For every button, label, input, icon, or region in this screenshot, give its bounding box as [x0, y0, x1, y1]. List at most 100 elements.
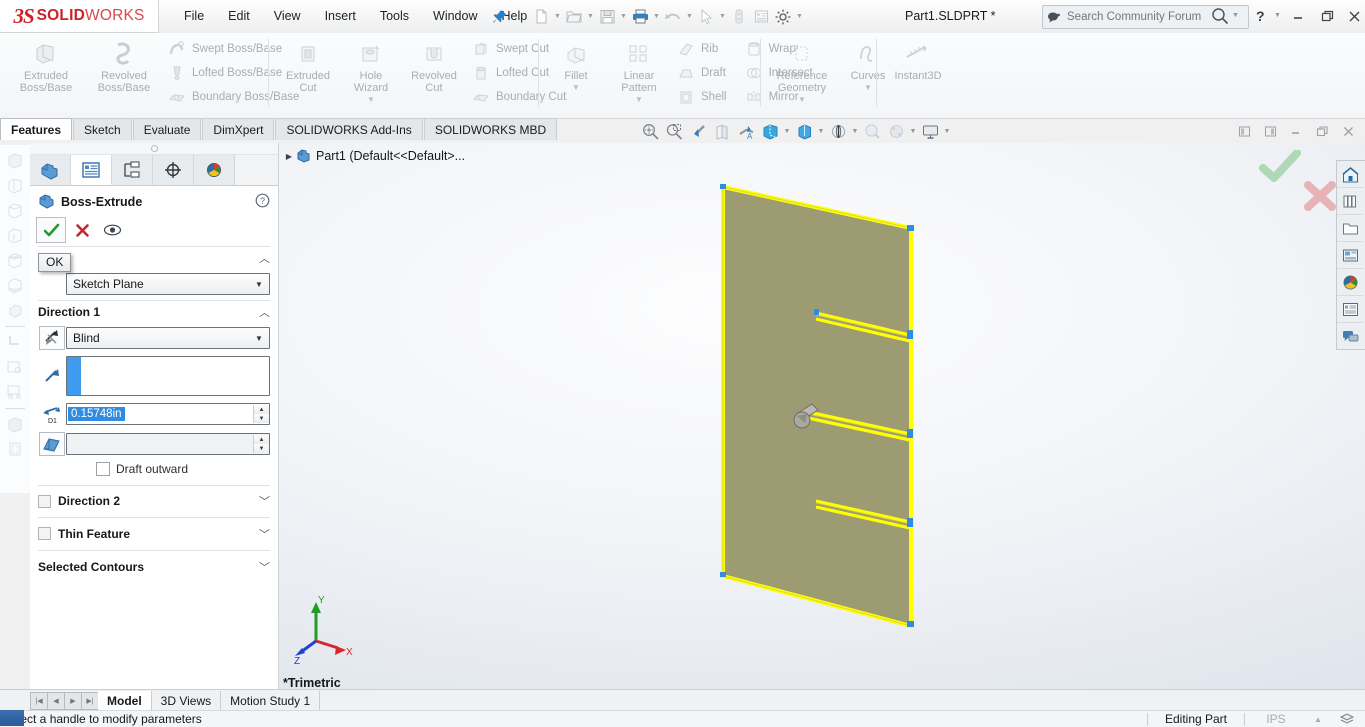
depth-input[interactable]: 0.15748in ▲ ▼ — [66, 403, 270, 425]
search-chevron-down-icon[interactable]: ▼ — [1232, 12, 1239, 19]
spinner-up-icon[interactable]: ▲ — [254, 435, 269, 444]
reference-geometry-button[interactable]: Reference Geometry ▼ — [767, 33, 837, 108]
magnifier-icon[interactable] — [1210, 6, 1230, 26]
display-style-button[interactable] — [758, 120, 782, 142]
window-minimize-button[interactable] — [1288, 7, 1308, 25]
draft-spinner-buttons[interactable]: ▲ ▼ — [253, 435, 269, 453]
zoom-to-area-button[interactable] — [662, 120, 686, 142]
fillet-button[interactable]: Fillet ▼ — [545, 33, 607, 96]
from-condition-select[interactable]: Sketch Plane ▼ — [66, 273, 270, 295]
previous-view-button[interactable] — [686, 120, 710, 142]
normal-to-icon[interactable] — [3, 330, 27, 354]
chevron-down-icon[interactable]: ▼ — [635, 95, 643, 104]
draft-outward-row[interactable]: Draft outward — [30, 459, 278, 479]
bottom-tab-model[interactable]: Model — [98, 690, 152, 711]
cube-top-icon[interactable] — [3, 248, 27, 272]
tab-features[interactable]: Features — [0, 118, 73, 140]
menu-tools[interactable]: Tools — [368, 4, 421, 28]
menu-edit[interactable]: Edit — [216, 4, 262, 28]
chevron-down-icon[interactable]: ▼ — [251, 334, 267, 343]
draft-outward-checkbox[interactable] — [96, 462, 110, 476]
thin-feature-header[interactable]: Thin Feature ﹀ — [30, 518, 278, 549]
task-pane-custom-properties-button[interactable] — [1337, 296, 1363, 323]
reverse-direction-button[interactable] — [38, 326, 66, 350]
chevron-down-icon[interactable]: ▼ — [585, 6, 596, 28]
tab-solidworks-addins[interactable]: SOLIDWORKS Add-Ins — [275, 118, 423, 140]
draft-button[interactable]: Draft — [671, 61, 731, 85]
menu-view[interactable]: View — [262, 4, 313, 28]
task-pane-appearances-button[interactable] — [1337, 269, 1363, 296]
cube-iso-icon[interactable] — [3, 298, 27, 322]
caret-up-icon[interactable]: ▲ — [1307, 711, 1329, 727]
chevron-up-icon[interactable]: ︿ — [259, 304, 270, 320]
chevron-down-icon[interactable]: ▼ — [816, 120, 826, 142]
open-document-button[interactable]: ▼ — [563, 3, 596, 31]
depth-spinner-buttons[interactable]: ▲ ▼ — [253, 405, 269, 423]
direction-2-header[interactable]: Direction 2 ﹀ — [30, 486, 278, 516]
hole-wizard-button[interactable]: Hole Wizard ▼ — [340, 33, 402, 108]
layers-icon[interactable] — [1329, 711, 1365, 727]
direction-1-header[interactable]: Direction 1 ︿ — [30, 301, 278, 323]
menu-window[interactable]: Window — [421, 4, 489, 28]
tab-nav-next-button[interactable]: ▶ — [64, 691, 82, 710]
dock-right-icon[interactable] — [1261, 122, 1279, 140]
menu-file[interactable]: File — [172, 4, 216, 28]
cube-left-icon[interactable] — [3, 198, 27, 222]
revolved-boss-base-button[interactable]: Revolved Boss/Base — [86, 33, 162, 98]
cube-right-icon[interactable] — [3, 223, 27, 247]
chevron-down-icon[interactable]: ▼ — [572, 83, 580, 92]
chevron-down-icon[interactable]: ▼ — [850, 120, 860, 142]
shell-button[interactable]: Shell — [671, 85, 731, 109]
save-button[interactable]: ▼ — [596, 3, 629, 31]
chevron-down-icon[interactable]: ﹀ — [259, 526, 270, 542]
undo-button[interactable]: ▼ — [662, 3, 695, 31]
hidden-lines-icon[interactable] — [3, 437, 27, 461]
help-chevron-down-icon[interactable]: ▼ — [1274, 12, 1281, 19]
bottom-tab-motion-study-1[interactable]: Motion Study 1 — [221, 690, 321, 711]
pm-cancel-button[interactable] — [68, 218, 96, 242]
chevron-down-icon[interactable]: ▼ — [942, 120, 952, 142]
chevron-down-icon[interactable]: ▼ — [908, 120, 918, 142]
task-pane-resources-button[interactable] — [1337, 161, 1363, 188]
cube-front-icon[interactable] — [3, 148, 27, 172]
dock-left-icon[interactable] — [1235, 122, 1253, 140]
task-pane-design-library-button[interactable] — [1337, 188, 1363, 215]
tab-nav-first-button[interactable]: |◀ — [30, 691, 48, 710]
help-button[interactable]: ? — [1256, 8, 1265, 24]
shaded-cube-icon[interactable] — [3, 412, 27, 436]
view-selector-icon[interactable] — [3, 355, 27, 379]
chevron-down-icon[interactable]: ▼ — [684, 6, 695, 28]
window-close-button[interactable] — [1344, 7, 1364, 25]
end-condition-select[interactable]: Blind ▼ — [66, 327, 270, 349]
cube-back-icon[interactable] — [3, 173, 27, 197]
view-settings-button[interactable] — [884, 120, 908, 142]
rebuild-button[interactable] — [728, 3, 750, 31]
linear-pattern-button[interactable]: Linear Pattern ▼ — [607, 33, 671, 108]
doc-restore-button[interactable] — [1313, 122, 1331, 140]
chevron-down-icon[interactable]: ▼ — [367, 95, 375, 104]
chevron-down-icon[interactable]: ﹀ — [259, 559, 270, 575]
chevron-down-icon[interactable]: ▼ — [794, 6, 805, 28]
pm-tab-dimxpert-manager[interactable] — [153, 155, 194, 185]
pm-tab-configuration-manager[interactable] — [112, 155, 153, 185]
chevron-down-icon[interactable]: ▼ — [864, 83, 872, 92]
section-view-button[interactable] — [710, 120, 734, 142]
pm-tab-display-manager[interactable] — [194, 155, 235, 185]
doc-minimize-button[interactable] — [1287, 122, 1305, 140]
spinner-up-icon[interactable]: ▲ — [254, 405, 269, 414]
new-document-button[interactable]: ▼ — [530, 3, 563, 31]
direction-2-checkbox[interactable] — [38, 494, 51, 508]
bottom-tab-3d-views[interactable]: 3D Views — [152, 690, 222, 711]
help-circle-icon[interactable]: ? — [255, 193, 270, 211]
view-orientation-button[interactable]: A — [734, 120, 758, 142]
rib-button[interactable]: Rib — [671, 37, 731, 61]
chevron-down-icon[interactable]: ▼ — [782, 120, 792, 142]
chevron-down-icon[interactable]: ▼ — [798, 95, 806, 104]
viewport-layout-button[interactable] — [918, 120, 942, 142]
apply-scene-button[interactable] — [860, 120, 884, 142]
doc-close-button[interactable] — [1339, 122, 1357, 140]
draft-angle-button[interactable] — [38, 432, 66, 456]
file-properties-button[interactable] — [750, 3, 772, 31]
pushpin-icon[interactable] — [492, 9, 508, 25]
thin-feature-checkbox[interactable] — [38, 527, 51, 540]
